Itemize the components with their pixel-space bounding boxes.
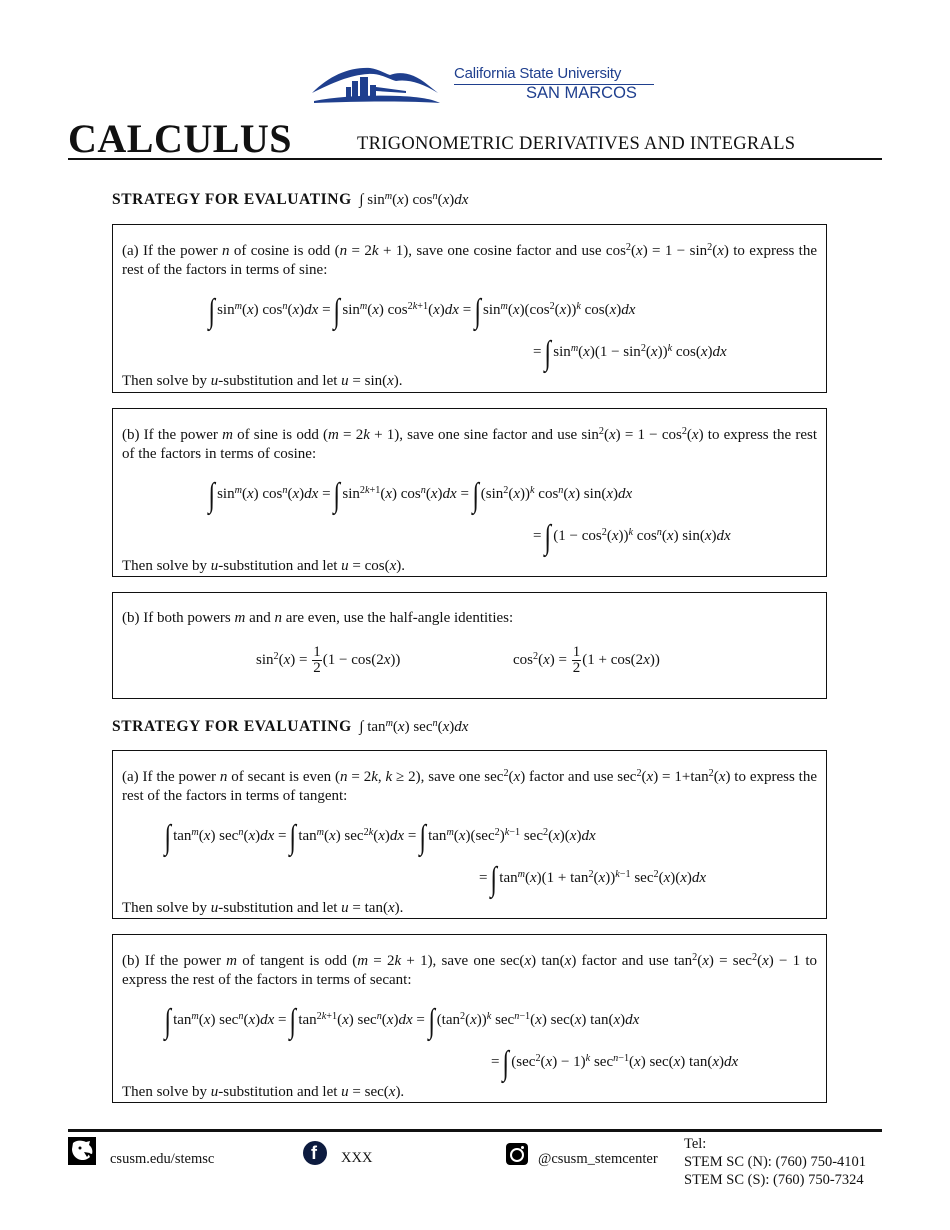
section-heading-formula: ∫ tanm(x) secn(x)dx [359,717,469,735]
section-heading-label: STRATEGY FOR EVALUATING [112,191,352,208]
equation-line-1: ∫ sinm(x) cosn(x)dx = ∫ sinm(x) cos2k+1(… [208,293,636,330]
half-angle-identity-cos: cos2(x) = 1 2 (1 + cos(2x)) [513,644,660,676]
tel-stem-north: STEM SC (N): (760) 750-4101 [684,1154,867,1170]
box-description: (b) If the power m of tangent is odd (m … [122,951,818,988]
section-heading-sin-cos: STRATEGY FOR EVALUATING ∫ sinm(x) cosn(x… [112,191,468,209]
box-description: (b) If both powers m and n are even, use… [122,610,514,626]
strategy-box-sin-cos-even: (b) If both powers m and n are even, use… [112,592,827,699]
logo-campus-name: SAN MARCOS [526,84,637,102]
logo-university-name: California State University [454,65,622,82]
section-heading-formula: ∫ sinm(x) cosn(x)dx [359,190,469,208]
box-conclusion: Then solve by u-substitution and let u =… [122,373,403,389]
section-heading-label: STRATEGY FOR EVALUATING [112,718,352,735]
equation-line-2: = ∫ (1 − cos2(x))k cosn(x) sin(x)dx [533,519,731,556]
strategy-box-tan-sec-a: (a) If the power n of secant is even (n … [112,750,827,919]
equation-line-1: ∫ tanm(x) secn(x)dx = ∫ tanm(x) sec2k(x)… [164,819,596,856]
page-subtitle: TRIGONOMETRIC DERIVATIVES AND INTEGRALS [357,134,796,154]
equation-line-2: = ∫ sinm(x)(1 − sin2(x))k cos(x)dx [533,335,727,372]
website-link[interactable]: csusm.edu/stemsc [110,1151,214,1168]
half-angle-identity-sin: sin2(x) = 1 2 (1 − cos(2x)) [256,644,401,676]
footer-divider [68,1129,882,1132]
box-conclusion: Then solve by u-substitution and let u =… [122,900,404,916]
box-conclusion: Then solve by u-substitution and let u =… [122,1084,405,1100]
facebook-icon[interactable]: f [303,1141,327,1165]
equation-line-1: ∫ tanm(x) secn(x)dx = ∫ tan2k+1(x) secn(… [164,1003,640,1040]
tel-stem-south: STEM SC (S): (760) 750-7324 [684,1172,864,1188]
tel-label: Tel: [684,1136,707,1152]
csusm-logo: California State University SAN MARCOS [310,63,660,108]
contact-telephone: Tel: STEM SC (N): (760) 750-4101 STEM SC… [684,1135,866,1189]
facebook-handle[interactable]: XXX [341,1150,372,1167]
strategy-box-tan-sec-b: (b) If the power m of tangent is odd (m … [112,934,827,1103]
instagram-handle[interactable]: @csusm_stemcenter [538,1151,658,1168]
equation-line-2: = ∫ tanm(x)(1 + tan2(x))k−1 sec2(x)(x)dx [479,861,707,898]
strategy-box-sin-cos-a: (a) If the power n of cosine is odd (n =… [112,224,827,393]
instagram-icon[interactable] [506,1143,528,1165]
page-title: CALCULUS [68,116,293,161]
strategy-box-sin-cos-b: (b) If the power m of sine is odd (m = 2… [112,408,827,577]
box-conclusion: Then solve by u-substitution and let u =… [122,558,406,574]
cougar-logo-icon [68,1137,96,1165]
equation-line-1: ∫ sinm(x) cosn(x)dx = ∫ sin2k+1(x) cosn(… [208,477,633,514]
campus-skyline-icon [312,67,440,103]
box-description: (a) If the power n of cosine is odd (n =… [122,241,817,278]
box-description: (b) If the power m of sine is odd (m = 2… [122,425,817,462]
section-heading-tan-sec: STRATEGY FOR EVALUATING ∫ tanm(x) secn(x… [112,718,468,736]
box-description: (a) If the power n of secant is even (n … [122,767,817,804]
header-divider [68,158,882,160]
equation-line-2: = ∫ (sec2(x) − 1)k secn−1(x) sec(x) tan(… [491,1045,739,1082]
